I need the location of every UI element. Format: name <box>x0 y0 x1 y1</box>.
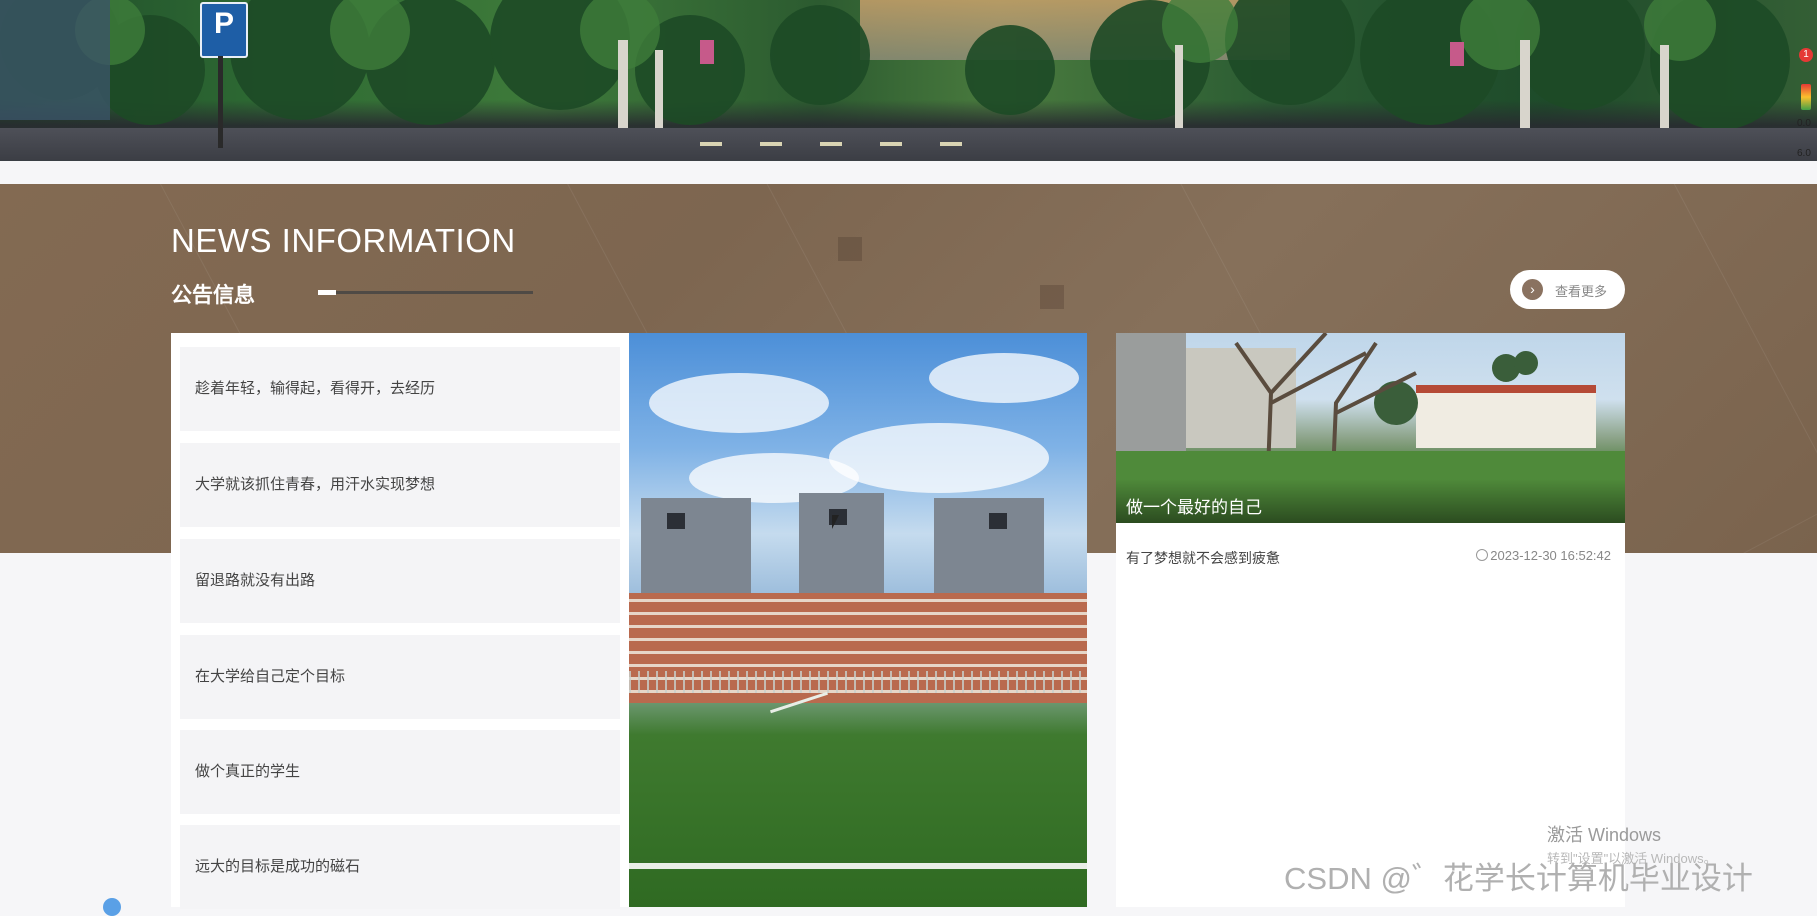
hero-banner: P <box>0 0 1817 161</box>
edge-meter-icon <box>1801 84 1811 110</box>
news-list-item[interactable]: 趁着年轻，输得起，看得开，去经历 <box>180 347 620 431</box>
news-list-item[interactable]: 大学就该抓住青春，用汗水实现梦想 <box>180 443 620 527</box>
news-item-title: 趁着年轻，输得起，看得开，去经历 <box>195 380 436 397</box>
road-stripe <box>700 142 722 146</box>
edge-widget[interactable]: 1 0.0 6.0 <box>1793 44 1817 180</box>
news-item-title: 做个真正的学生 <box>195 763 301 780</box>
title-underline <box>318 290 533 295</box>
featured-date-text: 2023-12-30 16:52:42 <box>1490 548 1611 563</box>
cloud <box>829 423 1049 493</box>
floating-dot-icon[interactable] <box>103 898 121 916</box>
parking-sign-icon: P <box>200 2 248 58</box>
road-stripe <box>940 142 962 146</box>
band-square <box>838 237 862 261</box>
mouse-cursor-icon <box>832 515 844 529</box>
csdn-watermark: CSDN @゛花学长计算机毕业设计 <box>1284 861 1753 896</box>
news-item-title: 留退路就没有出路 <box>195 572 316 589</box>
campus-photo[interactable] <box>629 333 1087 907</box>
band-square <box>1040 285 1064 309</box>
road-stripe <box>820 142 842 146</box>
featured-caption: 做一个最好的自己 <box>1126 498 1262 517</box>
featured-date: 2023-12-30 16:52:42 <box>1476 548 1611 563</box>
road-stripe <box>880 142 902 146</box>
news-list-item[interactable]: 在大学给自己定个目标 <box>180 635 620 719</box>
hero-road <box>0 128 1817 160</box>
windows-activation-title: 激活 Windows <box>1547 825 1662 845</box>
news-list-item[interactable]: 远大的目标是成功的磁石 <box>180 825 620 909</box>
view-more-label: 查看更多 <box>1555 284 1608 299</box>
fence <box>629 671 1087 693</box>
edge-badge: 1 <box>1799 48 1813 62</box>
news-list: 趁着年轻，输得起，看得开，去经历 大学就该抓住青春，用汗水实现梦想 留退路就没有… <box>171 333 629 909</box>
news-item-title: 在大学给自己定个目标 <box>195 668 346 685</box>
building-window <box>667 513 685 529</box>
building-window <box>989 513 1007 529</box>
clock-icon <box>1476 549 1489 561</box>
section-title-en: NEWS INFORMATION <box>171 222 516 259</box>
cloud <box>929 353 1079 403</box>
news-item-title: 远大的目标是成功的磁石 <box>195 858 361 875</box>
edge-value-2: 6.0 <box>1797 148 1811 159</box>
chevron-right-circle-icon: › <box>1522 279 1543 300</box>
news-list-item[interactable]: 留退路就没有出路 <box>180 539 620 623</box>
section-title-cn: 公告信息 <box>171 284 255 307</box>
news-list-item[interactable]: 做个真正的学生 <box>180 730 620 814</box>
parking-pole <box>218 56 223 148</box>
featured-summary[interactable]: 有了梦想就不会感到疲惫 <box>1126 548 1280 568</box>
title-underline-active <box>318 290 336 295</box>
field-line <box>629 863 1087 869</box>
edge-value-1: 0.0 <box>1797 118 1811 129</box>
view-more-button[interactable]: › 查看更多 <box>1510 270 1625 309</box>
cloud <box>649 373 829 433</box>
road-stripe <box>760 142 782 146</box>
news-item-title: 大学就该抓住青春，用汗水实现梦想 <box>195 476 436 493</box>
